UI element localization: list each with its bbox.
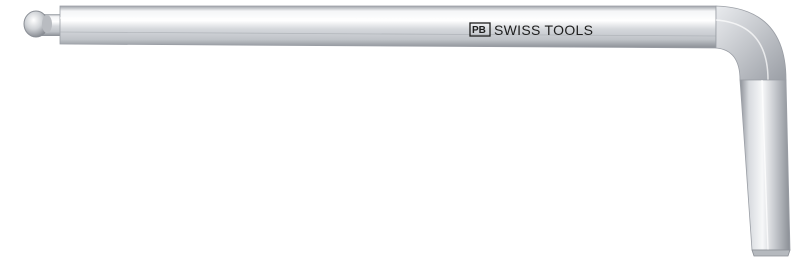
- ball-end-hex-key-icon: PB SWISS TOOLS: [23, 5, 791, 257]
- long-arm: [59, 5, 717, 49]
- hex-tip: [751, 249, 791, 257]
- pb-logo-letters: PB: [472, 25, 486, 36]
- product-image-stage: PB SWISS TOOLS: [0, 0, 800, 266]
- bend: [715, 5, 787, 81]
- brand-name: SWISS TOOLS: [494, 22, 593, 38]
